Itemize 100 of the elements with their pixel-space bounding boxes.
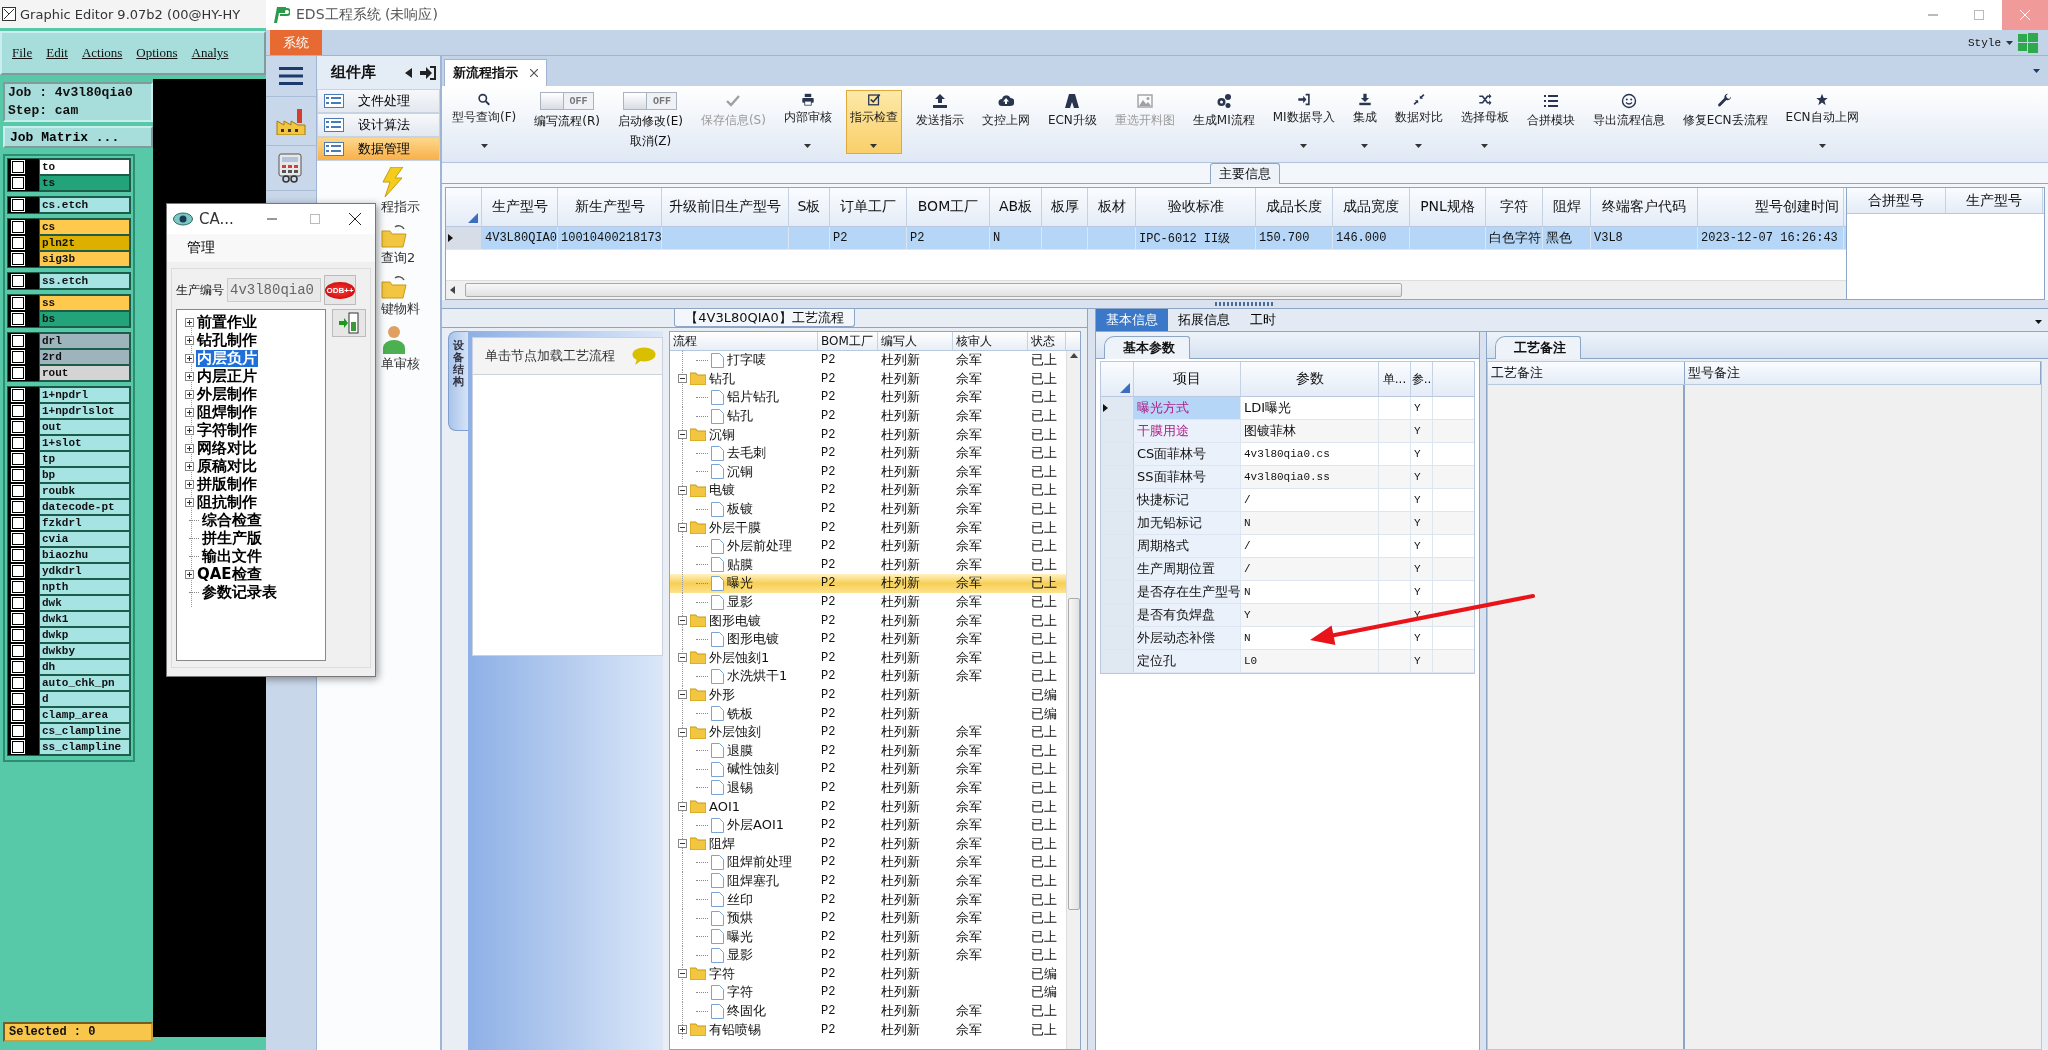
menu-item[interactable]: Actions <box>81 45 123 61</box>
panel-tab[interactable]: 基本参数 <box>1104 336 1190 359</box>
checkbox[interactable] <box>12 275 24 287</box>
layer-name[interactable]: to <box>39 159 130 175</box>
checkbox[interactable] <box>12 597 24 609</box>
table-row[interactable]: 快捷标记 / Y <box>1101 489 1474 512</box>
sidebar-item[interactable]: 数据管理 <box>317 137 440 161</box>
checkbox[interactable] <box>12 565 24 577</box>
job-matrix-button[interactable]: Job Matrix ... <box>3 126 153 148</box>
menu-item[interactable]: Options <box>136 45 178 61</box>
tool-label[interactable]: 单审核 <box>381 355 420 373</box>
column-header[interactable]: S板 <box>789 188 830 226</box>
menu-item[interactable]: 管理 <box>181 238 221 258</box>
checkbox[interactable] <box>12 313 24 325</box>
checkbox[interactable] <box>12 221 24 233</box>
table-row[interactable]: CS面菲林号 4v3l80qia0.cs Y <box>1101 443 1474 466</box>
layer-name[interactable]: pln2t <box>39 235 130 251</box>
table-row[interactable]: 4V3L80QIA0 10010400218173 P2 P2 N IPC-6012 II级 150.700 146.000 白色字符 黑色 V3L8 2023-12-07 16:26:43 <box>446 227 1846 250</box>
expand-icon[interactable] <box>185 317 194 327</box>
toolbar-button[interactable]: 合拼模块 <box>1522 90 1579 154</box>
table-row[interactable]: 定位孔 L0 Y <box>1101 650 1474 673</box>
table-row[interactable]: 干膜用途 图镀菲林 Y <box>1101 420 1474 443</box>
column-header[interactable]: 编写人 <box>878 332 953 350</box>
layer-name[interactable]: fzkdrl <box>39 515 130 531</box>
checkbox[interactable] <box>12 485 24 497</box>
column-header[interactable]: 终端客户代码 <box>1591 188 1698 226</box>
column-header[interactable]: 参数 <box>1241 362 1379 396</box>
column-header[interactable]: 核审人 <box>953 332 1028 350</box>
tree-item[interactable]: 输出文件 <box>201 547 263 565</box>
vertical-tab[interactable]: 设备结构 <box>448 331 468 431</box>
menu-item[interactable]: Edit <box>46 45 68 61</box>
layer-name[interactable]: 2rd <box>39 349 130 365</box>
layer-name[interactable]: cs_clampline <box>39 723 130 739</box>
column-header[interactable]: 成品宽度 <box>1333 188 1410 226</box>
layer-name[interactable]: dwkby <box>39 643 130 659</box>
toggle-switch[interactable]: OFF <box>623 92 678 110</box>
tool-label[interactable]: 键物料 <box>381 300 420 318</box>
expand-icon[interactable] <box>185 461 194 471</box>
tree-item[interactable]: 钻孔制作 <box>196 331 258 349</box>
tab[interactable]: 拓展信息 <box>1168 309 1240 331</box>
checkbox[interactable] <box>12 677 24 689</box>
collapse-icon[interactable] <box>678 374 687 384</box>
factory-icon[interactable] <box>275 107 307 135</box>
column-header[interactable]: 生产型号 <box>1946 188 2043 213</box>
layer-name[interactable]: sig3b <box>39 251 130 267</box>
column-header[interactable]: 型号创建时间 <box>1698 188 1844 226</box>
tree-item[interactable]: 综合检查 <box>201 511 263 529</box>
toolbar-button[interactable]: 修复ECN丢流程 <box>1678 90 1772 154</box>
checkbox[interactable] <box>12 741 24 753</box>
toolbar-button[interactable]: 文控上网 <box>977 90 1034 154</box>
tree-row[interactable]: 曝光 P2 杜列新 佘军 已上 <box>670 574 1066 593</box>
tree-item[interactable]: 字符制作 <box>196 421 258 439</box>
checkbox[interactable] <box>12 709 24 721</box>
collapse-icon[interactable] <box>678 653 687 663</box>
input-field[interactable]: 4v3l80qia0 <box>227 278 321 302</box>
checkbox[interactable] <box>12 237 24 249</box>
scroll-left-icon[interactable] <box>450 286 455 294</box>
checkbox[interactable] <box>12 517 24 529</box>
toolbar-button[interactable]: 数据对比 <box>1390 90 1447 154</box>
layer-name[interactable]: cs <box>39 219 130 235</box>
tree-item[interactable]: 原稿对比 <box>196 457 258 475</box>
column-header[interactable]: 合拼型号 <box>1847 188 1946 213</box>
toolbar-button[interactable]: 内部审核 <box>779 90 836 154</box>
layer-name[interactable]: 1+npdrlslot <box>39 403 130 419</box>
collapse-icon[interactable] <box>678 523 687 533</box>
layer-name[interactable]: rout <box>39 365 130 381</box>
collapse-icon[interactable] <box>678 969 687 979</box>
column-header[interactable]: 新生产型号 <box>558 188 662 226</box>
layer-name[interactable]: cvia <box>39 531 130 547</box>
odb-button[interactable]: ODB++ <box>324 275 356 305</box>
checkbox[interactable] <box>12 725 24 737</box>
layer-name[interactable]: ydkdrl <box>39 563 130 579</box>
collapse-icon[interactable] <box>678 616 687 626</box>
column-header[interactable]: BOM工厂 <box>907 188 990 226</box>
column-header[interactable]: 字符 <box>1486 188 1543 226</box>
collapse-icon[interactable] <box>678 802 687 812</box>
layer-name[interactable]: biaozhu <box>39 547 130 563</box>
checkbox[interactable] <box>12 351 24 363</box>
toolbar-button[interactable]: 型号查询(F) <box>448 90 521 154</box>
column-header[interactable]: 状态 <box>1028 332 1066 350</box>
checkbox[interactable] <box>12 469 24 481</box>
expand-icon[interactable] <box>185 371 194 381</box>
panel-tab[interactable]: 工艺备注 <box>1495 336 1581 359</box>
tree-item[interactable]: 外层制作 <box>196 385 258 403</box>
layer-name[interactable]: datecode-pt <box>39 499 130 515</box>
column-header[interactable]: AB板 <box>990 188 1042 226</box>
checkbox[interactable] <box>12 693 24 705</box>
checkbox[interactable] <box>12 533 24 545</box>
layer-name[interactable]: out <box>39 419 130 435</box>
table-row[interactable]: 外层动态补偿 N Y <box>1101 627 1474 650</box>
menu-icon[interactable] <box>279 67 303 85</box>
toolbar-button[interactable]: 发送指示 <box>911 90 968 154</box>
expand-icon[interactable] <box>185 497 194 507</box>
expand-icon[interactable] <box>185 443 194 453</box>
column-header[interactable]: 参.. <box>1411 362 1433 396</box>
checkbox[interactable] <box>12 389 24 401</box>
table-row[interactable]: 是否存在生产型号 N Y <box>1101 581 1474 604</box>
checkbox[interactable] <box>12 453 24 465</box>
expand-icon[interactable] <box>185 569 194 579</box>
layer-name[interactable]: drl <box>39 333 130 349</box>
